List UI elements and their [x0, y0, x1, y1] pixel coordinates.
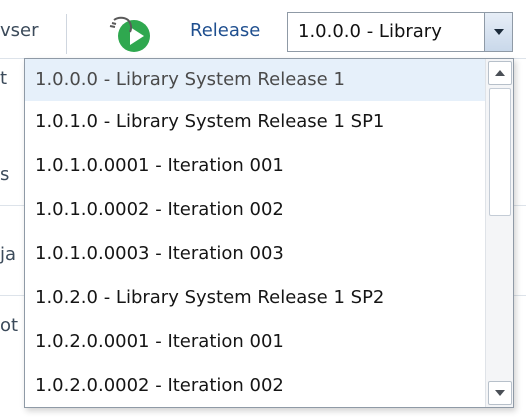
browser-label-partial[interactable]: vser	[0, 20, 39, 41]
release-select[interactable]: 1.0.0.0 - Library	[287, 12, 513, 52]
release-option[interactable]: 1.0.2.0.0002 - Iteration 002	[25, 365, 485, 407]
toolbar-separator	[66, 14, 67, 54]
scrollbar-thumb[interactable]	[489, 88, 511, 216]
release-option[interactable]: 1.0.0.0 - Library System Release 1	[25, 59, 485, 101]
underlay-text-partial: s	[0, 164, 10, 185]
release-options-list: 1.0.0.0 - Library System Release 1 1.0.1…	[25, 59, 485, 407]
release-option-label: 1.0.2.0.0001 - Iteration 001	[35, 331, 284, 352]
underlay-text-partial: ja	[0, 244, 17, 265]
toolbar: vser Release 1.0.0.0 - Library	[0, 0, 526, 58]
release-label: Release	[190, 20, 261, 41]
release-option-label: 1.0.1.0.0002 - Iteration 002	[35, 199, 284, 220]
release-option[interactable]: 1.0.1.0.0003 - Iteration 003	[25, 233, 485, 275]
release-option[interactable]: 1.0.1.0.0001 - Iteration 001	[25, 145, 485, 187]
release-dropdown-popup: 1.0.0.0 - Library System Release 1 1.0.1…	[24, 58, 514, 408]
underlay-text-partial: t	[0, 68, 8, 89]
release-option[interactable]: 1.0.1.0.0002 - Iteration 002	[25, 189, 485, 231]
release-option-label: 1.0.1.0.0003 - Iteration 003	[35, 243, 284, 264]
vertical-scrollbar[interactable]	[485, 59, 513, 407]
release-option-label: 1.0.1.0 - Library System Release 1 SP1	[35, 111, 385, 132]
underlay-text-partial: ot	[0, 315, 19, 336]
release-option-label: 1.0.2.0 - Library System Release 1 SP2	[35, 287, 385, 308]
release-option-label: 1.0.0.0 - Library System Release 1	[35, 69, 345, 90]
release-option-label: 1.0.2.0.0002 - Iteration 002	[35, 375, 284, 396]
scroll-up-arrow-icon[interactable]	[488, 61, 512, 85]
play-icon[interactable]	[100, 14, 166, 54]
release-select-value: 1.0.0.0 - Library	[298, 21, 442, 42]
scroll-down-arrow-icon[interactable]	[488, 381, 512, 405]
release-option[interactable]: 1.0.1.0 - Library System Release 1 SP1	[25, 101, 485, 143]
release-dropdown-screen: vser Release 1.0.0.0 - Library t s ja ot…	[0, 0, 526, 417]
release-option[interactable]: 1.0.2.0.0001 - Iteration 001	[25, 321, 485, 363]
chevron-down-icon[interactable]	[484, 13, 512, 51]
release-option[interactable]: 1.0.2.0 - Library System Release 1 SP2	[25, 277, 485, 319]
release-option-label: 1.0.1.0.0001 - Iteration 001	[35, 155, 284, 176]
